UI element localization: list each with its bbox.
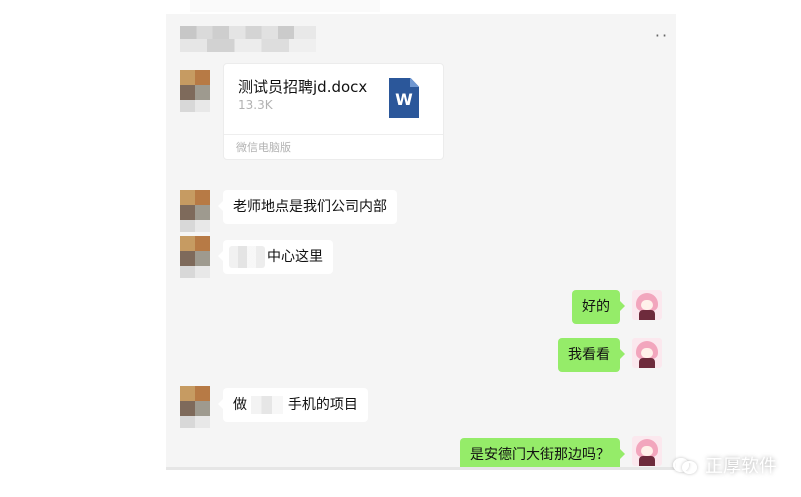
self-avatar[interactable] (632, 436, 662, 466)
contact-avatar[interactable] (180, 190, 210, 232)
avatar-face (641, 300, 653, 310)
self-avatar[interactable] (632, 338, 662, 368)
message-text-start: 做 (233, 397, 247, 413)
message-bubble-received[interactable]: 中心这里 (218, 240, 333, 274)
message-bubble-sent[interactable]: 好的 (572, 290, 625, 324)
avatar-body (639, 456, 655, 466)
chat-header: ·· (166, 14, 676, 58)
contact-avatar[interactable] (180, 386, 210, 428)
file-name: 测试员招聘jd.docx (238, 78, 368, 96)
watermark-label: 正厚软件 (705, 456, 777, 477)
redacted-text-mosaic (229, 246, 265, 268)
word-icon: W (389, 78, 419, 118)
avatar-face (641, 446, 653, 456)
message-bubble-sent[interactable]: 是安德门大街那边吗？ (460, 438, 625, 470)
avatar-body (639, 310, 655, 320)
contact-name-mosaic (180, 26, 316, 52)
message-bubble-received[interactable]: 老师地点是我们公司内部 (218, 190, 397, 224)
redacted-text-mosaic (251, 396, 284, 414)
top-strip (190, 0, 380, 12)
more-options-icon[interactable]: ·· (652, 28, 672, 44)
file-divider (224, 134, 443, 135)
self-avatar[interactable] (632, 290, 662, 320)
watermark: 正厚软件 (673, 455, 777, 477)
chat-window: ·· 测试员招聘jd.docx 13.3K W 微信电脑版 老师地点是我们公司内… (166, 14, 676, 470)
contact-avatar[interactable] (180, 70, 210, 112)
file-size: 13.3K (238, 98, 273, 112)
message-text: 中心这里 (267, 249, 323, 265)
message-text-end: 手机的项目 (287, 397, 358, 413)
avatar-face (641, 348, 653, 358)
file-source: 微信电脑版 (236, 141, 291, 154)
message-bubble-received[interactable]: 做 手机的项目 (218, 388, 368, 422)
message-bubble-sent[interactable]: 我看看 (558, 338, 625, 372)
contact-avatar[interactable] (180, 236, 210, 278)
wechat-icon (673, 455, 697, 475)
avatar-body (639, 358, 655, 368)
file-message-card[interactable]: 测试员招聘jd.docx 13.3K W 微信电脑版 (223, 63, 444, 160)
chat-bottom-divider (166, 467, 676, 470)
